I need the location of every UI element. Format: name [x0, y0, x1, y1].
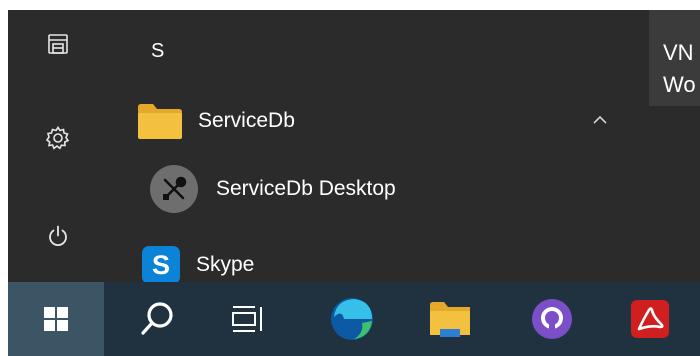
- app-label: Skype: [196, 253, 255, 276]
- app-label: ServiceDb: [198, 109, 295, 132]
- start-button[interactable]: [8, 282, 104, 356]
- power-button[interactable]: [30, 214, 86, 258]
- windows-logo-icon: [44, 307, 68, 331]
- edge-browser-icon: [331, 298, 373, 340]
- edge-browser-button[interactable]: [306, 282, 398, 356]
- start-menu-rail: [8, 10, 110, 282]
- task-view-icon: [232, 306, 262, 332]
- search-icon: [141, 302, 173, 335]
- app-servicedb-desktop[interactable]: ServiceDb Desktop: [150, 165, 600, 213]
- tools-icon: [150, 165, 198, 213]
- taskbar: [8, 282, 700, 356]
- file-explorer-icon: [430, 302, 470, 337]
- side-panel-line2: Wo: [663, 72, 696, 97]
- power-icon: [49, 225, 67, 247]
- pictures-icon: [48, 34, 68, 54]
- start-menu: S ServiceDb ServiceDb Desktop S Skype: [8, 10, 700, 282]
- pictures-button[interactable]: [30, 22, 86, 66]
- letter-header[interactable]: S: [151, 40, 164, 63]
- chevron-up-icon: [593, 115, 607, 124]
- settings-gear-icon: [45, 126, 70, 150]
- app-label: ServiceDb Desktop: [216, 177, 396, 200]
- search-button[interactable]: [112, 282, 204, 356]
- side-panel[interactable]: VN Wo: [649, 10, 700, 106]
- app-folder-servicedb[interactable]: ServiceDb: [136, 98, 606, 144]
- app-skype[interactable]: S Skype: [136, 242, 586, 282]
- file-explorer-button[interactable]: [404, 282, 496, 356]
- github-desktop-button[interactable]: [506, 282, 598, 356]
- settings-button[interactable]: [30, 116, 86, 160]
- folder-icon: [136, 101, 184, 141]
- github-desktop-icon: [532, 299, 572, 339]
- acrobat-reader-icon: [631, 300, 669, 338]
- skype-icon: S: [142, 246, 180, 282]
- side-panel-line1: VN: [663, 40, 694, 65]
- acrobat-reader-button[interactable]: [604, 282, 696, 356]
- task-view-button[interactable]: [202, 282, 294, 356]
- collapse-folder-button[interactable]: [586, 106, 614, 134]
